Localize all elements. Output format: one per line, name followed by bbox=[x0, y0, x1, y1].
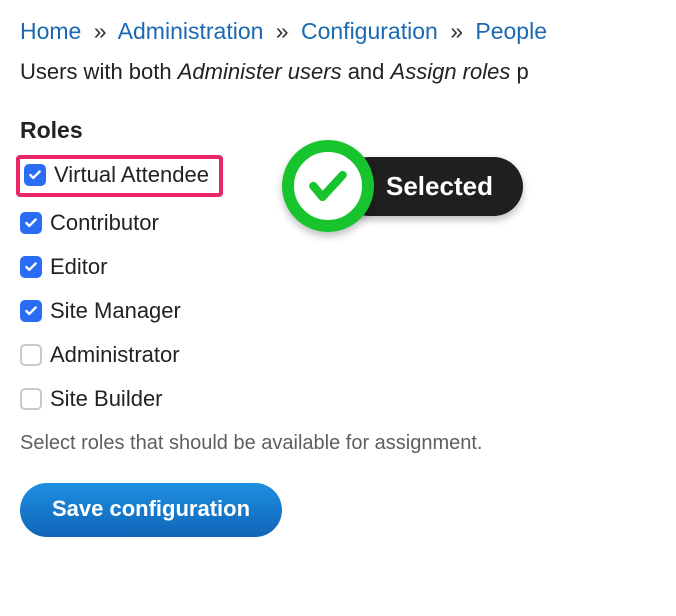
role-label: Virtual Attendee bbox=[54, 162, 209, 188]
page-description: Users with both Administer users and Ass… bbox=[20, 59, 656, 85]
breadcrumb-separator: » bbox=[444, 18, 469, 44]
save-configuration-button[interactable]: Save configuration bbox=[20, 483, 282, 537]
role-label: Administrator bbox=[50, 342, 180, 368]
role-label: Editor bbox=[50, 254, 107, 280]
role-item-editor[interactable]: Editor bbox=[20, 254, 107, 280]
role-item-virtual-attendee[interactable]: Virtual Attendee bbox=[16, 155, 223, 197]
role-label: Contributor bbox=[50, 210, 159, 236]
breadcrumb-item-administration[interactable]: Administration bbox=[118, 18, 264, 44]
role-item-site-manager[interactable]: Site Manager bbox=[20, 298, 181, 324]
role-item-administrator[interactable]: Administrator bbox=[20, 342, 180, 368]
checkbox-checked-icon[interactable] bbox=[20, 256, 42, 278]
role-label: Site Manager bbox=[50, 298, 181, 324]
breadcrumb-item-people[interactable]: People bbox=[475, 18, 547, 44]
roles-section-title: Roles bbox=[20, 117, 656, 144]
checkbox-checked-icon[interactable] bbox=[20, 212, 42, 234]
role-label: Site Builder bbox=[50, 386, 163, 412]
role-item-site-builder[interactable]: Site Builder bbox=[20, 386, 163, 412]
checkbox-checked-icon[interactable] bbox=[20, 300, 42, 322]
checkbox-unchecked-icon[interactable] bbox=[20, 344, 42, 366]
breadcrumb-item-home[interactable]: Home bbox=[20, 18, 81, 44]
breadcrumb-separator: » bbox=[88, 18, 113, 44]
checkbox-unchecked-icon[interactable] bbox=[20, 388, 42, 410]
role-item-contributor[interactable]: Contributor bbox=[20, 210, 159, 236]
checkbox-checked-icon[interactable] bbox=[24, 164, 46, 186]
roles-help-text: Select roles that should be available fo… bbox=[20, 432, 656, 455]
breadcrumb: Home » Administration » Configuration » … bbox=[20, 18, 656, 45]
breadcrumb-separator: » bbox=[270, 18, 295, 44]
roles-list: Virtual Attendee Contributor Editor Site… bbox=[20, 158, 656, 412]
breadcrumb-item-configuration[interactable]: Configuration bbox=[301, 18, 438, 44]
